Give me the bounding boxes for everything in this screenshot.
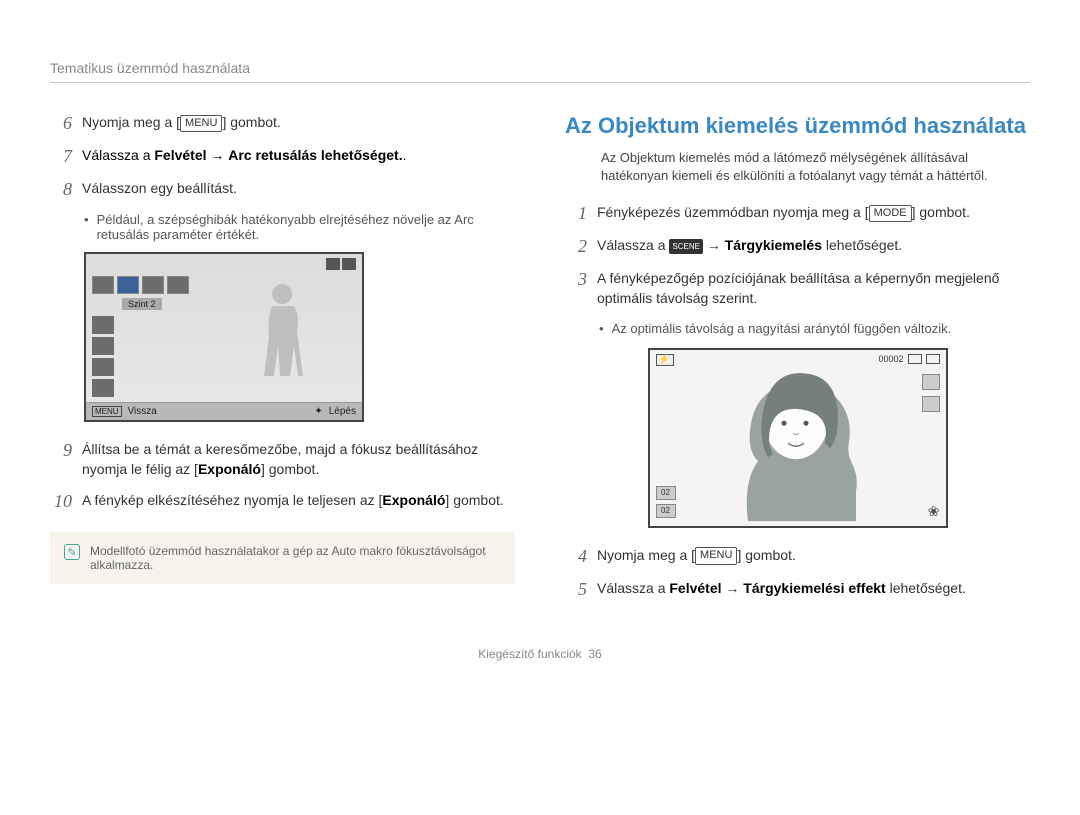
section-intro: Az Objektum kiemelés mód a látómező mély… [601, 149, 1030, 185]
step-6: 6 Nyomja meg a [MENU] gombot. [50, 113, 515, 134]
step-7: 7 Válassza a Felvétel → Arc retusálás le… [50, 146, 515, 167]
retouch-icon-1 [92, 276, 114, 294]
page-header: Tematikus üzemmód használata [50, 60, 1030, 83]
side-icon-3 [92, 358, 114, 376]
section-title: Az Objektum kiemelés üzemmód használata [565, 113, 1030, 139]
retouch-icon-4 [167, 276, 189, 294]
camera-screen-face-retouch: Szint 2 MENU Vissza ✦ Lépés [84, 252, 364, 422]
scene-icon: SCENE [669, 239, 703, 254]
flash-indicator-icon: ⚡ [656, 354, 674, 366]
step-8-bullet: • Például, a szépséghibák hatékonyabb el… [84, 212, 515, 242]
macro-icon: ❀ [928, 503, 940, 520]
side-icon-1 [92, 316, 114, 334]
battery-icon [926, 354, 940, 364]
back-label: Vissza [128, 406, 157, 417]
step-3-bullet: • Az optimális távolság a nagyítási arán… [599, 321, 1030, 336]
portrait-silhouette [708, 361, 888, 521]
card-icon [908, 354, 922, 364]
side-icon-4 [92, 379, 114, 397]
step-label: Lépés [329, 406, 356, 417]
nav-icon: ✦ [314, 406, 322, 417]
menu-key-icon: MENU [92, 406, 122, 417]
blur-indicator-icon: 02 [656, 486, 676, 500]
step-2: 2 Válassza a SCENE → Tárgykiemelés lehet… [565, 236, 1030, 257]
step-5: 5 Válassza a Felvétel → Tárgykiemelési e… [565, 579, 1030, 600]
step-1: 1 Fényképezés üzemmódban nyomja meg a [M… [565, 203, 1030, 224]
tone-indicator-icon: 02 [656, 504, 676, 518]
person-silhouette [252, 274, 312, 394]
menu-key: MENU [695, 547, 737, 564]
step-4: 4 Nyomja meg a [MENU] gombot. [565, 546, 1030, 567]
note-icon: ✎ [64, 544, 80, 560]
note-box: ✎ Modellfotó üzemmód használatakor a gép… [50, 532, 515, 584]
quality-icon [922, 396, 940, 412]
mode-icon [342, 258, 356, 270]
flash-icon [326, 258, 340, 270]
side-icon-2 [92, 337, 114, 355]
right-column: Az Objektum kiemelés üzemmód használata … [565, 113, 1030, 612]
left-column: 6 Nyomja meg a [MENU] gombot. 7 Válassza… [50, 113, 515, 612]
resolution-icon [922, 374, 940, 390]
main-columns: 6 Nyomja meg a [MENU] gombot. 7 Válassza… [50, 113, 1030, 612]
step-8: 8 Válasszon egy beállítást. [50, 179, 515, 200]
mode-key: MODE [869, 205, 912, 222]
step-9: 9 Állítsa be a témát a keresőmezőbe, maj… [50, 440, 515, 479]
step-10: 10 A fénykép elkészítéséhez nyomja le te… [50, 491, 515, 512]
retouch-icon-3 [142, 276, 164, 294]
page-footer: Kiegészítő funkciók 36 [50, 647, 1030, 661]
retouch-icon-2 [117, 276, 139, 294]
level-label: Szint 2 [122, 298, 162, 310]
camera-screen-portrait: ⚡ 00002 02 02 ❀ [648, 348, 948, 528]
header-title: Tematikus üzemmód használata [50, 60, 250, 76]
menu-key: MENU [180, 115, 222, 132]
step-3: 3 A fényképezőgép pozíciójának beállítás… [565, 269, 1030, 308]
